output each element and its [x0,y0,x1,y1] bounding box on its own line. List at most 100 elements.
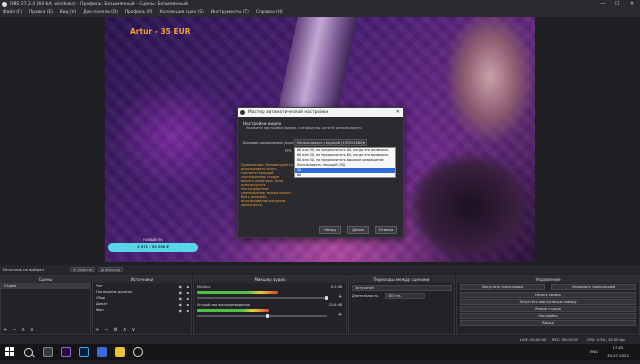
no-source-label: Источник не выбран [3,267,44,272]
donation-alert-text: Artur - 35 EUR [130,27,191,36]
source-label: Сбор [96,296,106,300]
rec-status: REC: 00:00:00 [552,338,578,342]
manage-broadcast-button[interactable]: Управлять трансляцией [551,284,636,290]
remove-icon[interactable]: − [12,327,16,333]
settings-button[interactable]: Настройки [460,313,636,319]
cancel-button[interactable]: Отмена [375,226,397,234]
menu-file[interactable]: Файл (F) [3,9,22,17]
cpu-status: CPU: 0.3%, 30.00 fps [587,338,625,342]
base-resolution-select[interactable]: Использовать текущий (1920x1080) ▾ [294,139,367,146]
aspect-ratio-warning: Примечание: Рекомендуется использовать х… [241,163,293,207]
stream-buttons-row: Запустить трансляцию Управлять трансляци… [457,283,639,291]
start-recording-button[interactable]: Начать запись [460,292,636,298]
remove-icon[interactable]: − [104,327,108,333]
menu-scene-collection[interactable]: Коллекция сцен (S) [159,9,203,17]
sources-header: Источники [93,276,191,283]
add-icon[interactable]: + [95,327,99,333]
add-icon[interactable]: + [3,327,7,333]
move-down-icon[interactable]: ∨ [132,327,136,333]
start-virtual-camera-button[interactable]: Запустить виртуальную камеру [460,299,636,305]
window-titlebar: OBS 27.2.4 (64-bit, windows) - Профиль: … [0,0,640,9]
menu-edit[interactable]: Правка (E) [29,9,53,17]
properties-button[interactable]: ⚙ Свойства [70,267,96,272]
move-up-icon[interactable]: ∧ [21,327,25,333]
studio-mode-button[interactable]: Режим студии [460,306,636,312]
duration-input[interactable]: 300 ms [385,293,425,299]
language-indicator[interactable]: ENG [588,348,600,364]
sources-panel: Источники Чат ◉ ▪ Последние донаты ◉ ▪ Сбор ◉… [92,275,192,335]
fps-dropdown-list[interactable]: 60 или 30, но предпочитать 60, когда это… [294,147,396,178]
transitions-panel: Переходы между сценами Затухание Длитель… [348,275,455,335]
volume-slider[interactable] [197,315,327,317]
fps-label: FPS [285,149,292,153]
source-label: Фон [96,308,104,312]
mixer-header: Микшер аудио [194,276,346,283]
gear-icon: ⚙ [73,268,76,272]
obs-dialog-icon [240,110,245,115]
scenes-header: Сцены [1,276,90,283]
speaker-icon[interactable]: 🔈 [339,312,343,316]
mixer-channel-db: -15.6 dB [327,303,342,307]
clock-date: 30.07.2022 [607,353,629,358]
source-label: Донат [96,302,108,306]
volume-slider[interactable] [197,297,327,299]
source-toolbar: Источник не выбран ⚙ Свойства ▤ Фильтры [0,265,640,274]
transition-type-select[interactable]: Затухание [352,285,452,291]
goal-title: НОВЫЙ ПК [143,238,163,242]
speaker-icon[interactable]: 🔈 [339,294,343,298]
gear-icon[interactable]: ⚙ [113,327,117,333]
obs-taskbar-icon[interactable] [133,347,143,357]
volume-slider-knob[interactable] [266,314,269,318]
edge-icon[interactable] [97,347,107,357]
photoshop-icon[interactable] [79,347,89,357]
mixer-channel-name: Mic/Aux [197,285,211,289]
maximize-button[interactable]: ☐ [611,0,623,9]
dialog-subheading: Укажите настройки видео, которые вы хоти… [246,126,362,130]
minimize-button[interactable]: — [597,0,609,9]
close-button[interactable]: ✕ [626,0,638,9]
menu-view[interactable]: Вид (V) [60,9,76,17]
source-label: Последние донаты [96,290,133,294]
menu-bar: Файл (F) Правка (E) Вид (V) Док-панели (… [0,9,640,17]
eye-icon[interactable]: ◉ [179,308,183,314]
task-view-icon[interactable] [43,347,53,357]
dialog-title: Мастер автоматической настройки [248,110,329,115]
menu-profile[interactable]: Профиль (P) [125,9,153,17]
back-button[interactable]: Назад [319,226,341,234]
goal-progress-bar: 3 571 / 50 000 ₽ [108,243,198,252]
clock[interactable]: 17:02 30.07.2022 [603,344,633,360]
fps-option[interactable]: 60 [295,173,395,178]
base-resolution-value: Использовать текущий (1920x1080) [297,141,364,145]
dialog-close-icon[interactable]: ✕ [396,108,400,117]
move-down-icon[interactable]: ∨ [30,327,34,333]
source-label: Чат [96,284,103,288]
chevron-down-icon: ▾ [362,140,365,145]
start-streaming-button[interactable]: Запустить трансляцию [460,284,545,290]
mixer-channel-db: 0.0 dB [331,285,342,289]
lock-icon[interactable]: ▪ [187,308,189,314]
controls-panel: Управление Запустить трансляцию Управлят… [456,275,640,335]
source-item[interactable]: Фон ◉ ▪ [93,307,191,313]
windows-taskbar: ENG 17:02 30.07.2022 [0,344,640,360]
next-button[interactable]: Далее [347,226,369,234]
move-up-icon[interactable]: ∧ [123,327,127,333]
menu-tools[interactable]: Инструменты (T) [211,9,249,17]
duration-label: Длительность [352,294,379,298]
filter-icon: ▤ [101,268,105,272]
windows-start-icon[interactable] [5,347,15,357]
audio-mixer-panel: Микшер аудио Mic/Aux 0.0 dB 🔈 Устройство… [193,275,347,335]
premiere-icon[interactable] [61,347,71,357]
filters-button[interactable]: ▤ Фильтры [98,267,124,272]
controls-header: Управление [457,276,639,283]
menu-help[interactable]: Справка (H) [256,9,283,17]
dialog-titlebar: Мастер автоматической настройки ✕ [238,108,403,117]
search-icon[interactable] [24,348,33,357]
volume-slider-knob[interactable] [325,296,328,300]
exit-button[interactable]: Выход [460,320,636,326]
scene-item[interactable]: Стрим [1,283,90,289]
clock-time: 17:02 [612,345,624,350]
base-resolution-label: Базовое разрешение (холст) [243,141,298,145]
scenes-toolbar: + − ∧ ∨ [3,327,34,333]
menu-docks[interactable]: Док-панели (D) [83,9,118,17]
folder-icon[interactable] [115,347,125,357]
